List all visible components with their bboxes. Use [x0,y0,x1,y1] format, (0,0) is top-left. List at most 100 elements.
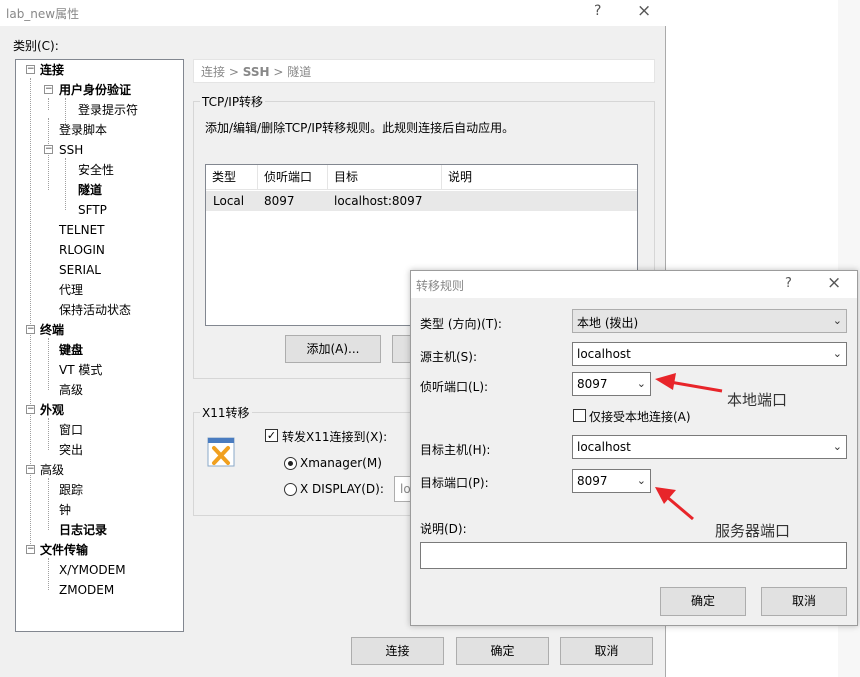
chevron-down-icon: ⌄ [636,377,646,390]
tree-connector [48,478,49,530]
listen-port-combo[interactable]: 8097 ⌄ [572,372,651,396]
tcpip-description: 添加/编辑/删除TCP/IP转移规则。此规则连接后自动应用。 [205,121,515,135]
collapse-toggle-icon[interactable]: − [44,145,53,154]
breadcrumb-separator: > [228,65,239,79]
xdisplay-radio[interactable] [284,483,297,496]
tree-connector [48,98,49,110]
tree-item-serial[interactable]: SERIAL [59,261,101,279]
tree-item-terminal-advanced[interactable]: 高级 [59,381,83,399]
tree-item-zmodem[interactable]: ZMODEM [59,581,114,599]
connect-button[interactable]: 连接 [351,637,444,665]
local-only-checkbox[interactable] [573,409,586,422]
close-icon[interactable]: × [637,1,651,21]
tree-item-ssh[interactable]: SSH [59,141,83,159]
tcpip-group-title: TCP/IP转移 [200,93,266,110]
local-only-label: 仅接受本地连接(A) [589,410,691,424]
note-label: 说明(D): [420,522,467,536]
local-port-annotation: 本地端口 [727,391,788,409]
tree-item-sftp[interactable]: SFTP [78,201,107,219]
tree-connector [48,418,49,450]
list-header: 类型 侦听端口 目标 说明 [206,165,637,190]
tree-connector [48,558,49,590]
tree-item-telnet[interactable]: TELNET [59,221,105,239]
tree-item-keyboard[interactable]: 键盘 [59,341,83,359]
type-select[interactable]: 本地 (拨出) ⌄ [572,309,847,333]
tree-item-tunneling[interactable]: 隧道 [78,181,102,199]
breadcrumb: 连接 > SSH > 隧道 [193,59,655,83]
ok-button[interactable]: 确定 [456,637,549,665]
rule-cancel-button[interactable]: 取消 [761,587,847,616]
tree-connector [48,338,49,390]
chevron-down-icon: ⌄ [832,314,842,327]
tree-item-trace[interactable]: 跟踪 [59,481,83,499]
tree-item-bell[interactable]: 钟 [59,501,71,519]
listen-port-label: 侦听端口(L): [420,380,489,394]
edit-rule-button[interactable] [392,335,412,363]
breadcrumb-separator: > [273,65,284,79]
forward-x11-checkbox[interactable]: ✓ [265,429,278,442]
chevron-down-icon: ⌄ [832,440,842,453]
tree-item-login-scripts[interactable]: 登录脚本 [59,121,107,139]
breadcrumb-part: 连接 [201,65,226,79]
collapse-toggle-icon[interactable]: − [44,85,53,94]
tree-item-file-transfer[interactable]: 文件传输 [40,541,88,559]
dest-port-combo[interactable]: 8097 ⌄ [572,469,651,493]
x11-icon [207,437,235,467]
cancel-button[interactable]: 取消 [560,637,653,665]
window-title: lab_new属性 [6,7,80,21]
tree-item-vt-mode[interactable]: VT 模式 [59,361,102,379]
help-icon[interactable]: ? [785,276,792,291]
column-header-note[interactable]: 说明 [442,165,637,190]
dest-host-combo[interactable]: localhost ⌄ [572,435,847,459]
close-icon[interactable]: × [827,273,841,293]
tree-item-window[interactable]: 窗口 [59,421,83,439]
source-host-value: localhost [577,347,631,361]
xmanager-label: Xmanager(M) [300,456,382,470]
table-row[interactable]: Local 8097 localhost:8097 [206,191,637,211]
cell-listen-port: 8097 [264,194,295,208]
column-header-listen-port[interactable]: 侦听端口 [258,165,328,190]
tree-item-security[interactable]: 安全性 [78,161,114,179]
column-header-target[interactable]: 目标 [328,165,442,190]
tree-item-keep-alive[interactable]: 保持活动状态 [59,301,131,319]
rule-ok-button[interactable]: 确定 [660,587,746,616]
tree-item-terminal[interactable]: 终端 [40,321,64,339]
type-value: 本地 (拨出) [577,316,639,330]
collapse-toggle-icon[interactable]: − [26,405,35,414]
xdisplay-label: X DISPLAY(D): [300,482,384,496]
breadcrumb-part: 隧道 [287,65,312,79]
tree-connector [65,158,66,210]
tree-item-highlight[interactable]: 突出 [59,441,83,459]
tree-item-xymodem[interactable]: X/YMODEM [59,561,126,579]
source-host-combo[interactable]: localhost ⌄ [572,342,847,366]
tree-item-login-prompts[interactable]: 登录提示符 [78,101,138,119]
title-bar: lab_new属性 ? × [0,0,666,26]
tree-item-rlogin[interactable]: RLOGIN [59,241,105,259]
note-input[interactable] [420,542,847,569]
tree-item-advanced[interactable]: 高级 [40,461,64,479]
category-tree[interactable]: − 连接 − 用户身份验证 登录提示符 登录脚本 − SSH 安全性 隧道 SF… [15,59,184,632]
tree-item-appearance[interactable]: 外观 [40,401,64,419]
source-host-label: 源主机(S): [420,350,478,364]
add-rule-button[interactable]: 添加(A)... [285,335,381,363]
tree-item-logging[interactable]: 日志记录 [59,521,107,539]
collapse-toggle-icon[interactable]: − [26,65,35,74]
tree-item-connection[interactable]: 连接 [40,61,64,79]
collapse-toggle-icon[interactable]: − [26,325,35,334]
cell-target: localhost:8097 [334,194,423,208]
tree-item-authentication[interactable]: 用户身份验证 [59,81,131,99]
chevron-down-icon: ⌄ [832,347,842,360]
collapse-toggle-icon[interactable]: − [26,545,35,554]
tree-item-proxy[interactable]: 代理 [59,281,83,299]
dest-port-value: 8097 [577,474,608,488]
help-icon[interactable]: ? [594,3,601,19]
x11-group-title: X11转移 [200,404,252,421]
forward-x11-label: 转发X11连接到(X): [282,430,388,444]
tree-connector [48,118,49,190]
server-port-annotation: 服务器端口 [715,522,791,540]
xmanager-radio[interactable] [284,457,297,470]
forwarding-rule-dialog: 转移规则 ? × 类型 (方向)(T): 本地 (拨出) ⌄ 源主机(S): l… [410,270,858,626]
dest-port-label: 目标端口(P): [420,476,489,490]
collapse-toggle-icon[interactable]: − [26,465,35,474]
column-header-type[interactable]: 类型 [206,165,258,190]
